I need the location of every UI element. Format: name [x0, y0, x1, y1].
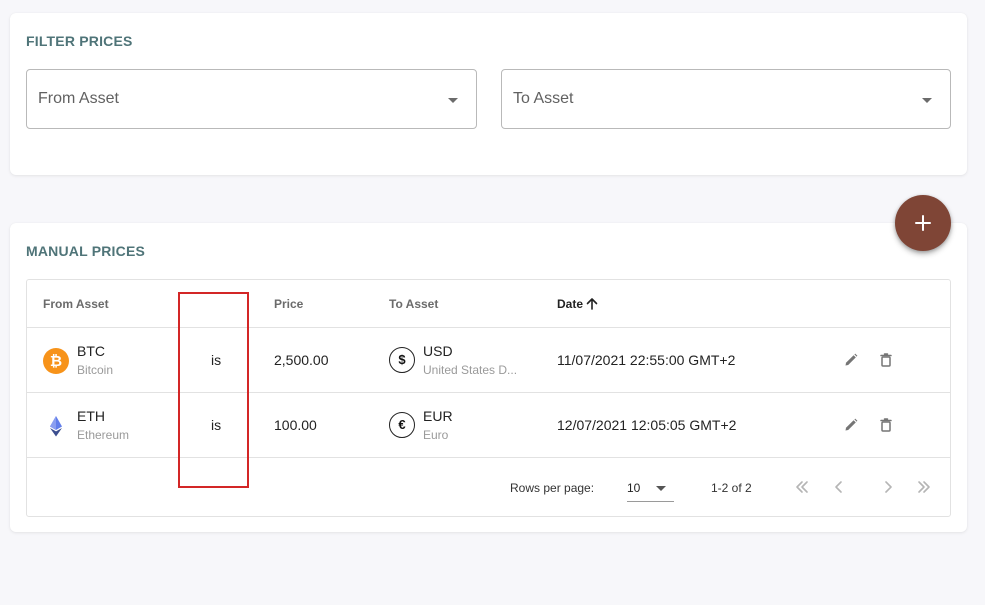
date-value: 11/07/2021 22:55:00 GMT+2 — [557, 352, 736, 368]
rows-per-page-label: Rows per page: — [510, 481, 595, 495]
chevron-down-icon — [448, 98, 458, 103]
manual-prices-card: MANUAL PRICES From Asset Price To Asset … — [10, 223, 967, 532]
highlight-box — [178, 292, 249, 488]
filter-prices-card: FILTER PRICES From Asset To Asset — [10, 13, 967, 175]
date-value: 12/07/2021 12:05:05 GMT+2 — [557, 417, 737, 433]
table-row: ETH Ethereum is 100.00 € EUR Euro 12/07/… — [27, 393, 950, 458]
bitcoin-icon: ₿ — [43, 348, 69, 374]
column-header-from-asset[interactable]: From Asset — [43, 297, 109, 311]
last-page-icon[interactable] — [915, 478, 933, 496]
price-value: 2,500.00 — [274, 352, 329, 368]
edit-icon[interactable] — [843, 352, 859, 368]
from-asset-symbol: ETH — [77, 408, 105, 424]
column-header-date[interactable]: Date — [557, 297, 599, 311]
from-asset-select[interactable]: From Asset — [26, 69, 477, 129]
column-header-to-asset[interactable]: To Asset — [389, 297, 438, 311]
from-asset-name: Ethereum — [77, 428, 130, 442]
svg-text:₿: ₿ — [50, 352, 62, 370]
price-value: 100.00 — [274, 417, 317, 433]
filter-prices-title: FILTER PRICES — [26, 33, 133, 49]
table-pagination: Rows per page: 10 1-2 of 2 — [27, 458, 950, 516]
table-header: From Asset Price To Asset Date — [27, 280, 950, 328]
to-asset-select[interactable]: To Asset — [501, 69, 951, 129]
manual-prices-title: MANUAL PRICES — [26, 243, 146, 259]
ethereum-icon — [50, 416, 62, 437]
page-info: 1-2 of 2 — [711, 481, 752, 495]
table-row: ₿ BTC Bitcoin is 2,500.00 $ USD United S… — [27, 328, 950, 393]
from-asset-symbol: BTC — [77, 343, 105, 359]
rows-per-page-value: 10 — [627, 481, 641, 495]
euro-icon: € — [389, 412, 415, 438]
delete-icon[interactable] — [878, 352, 894, 368]
to-asset-label: To Asset — [513, 90, 574, 107]
to-asset-symbol: USD — [423, 343, 453, 359]
arrow-up-icon — [586, 298, 598, 310]
column-header-price[interactable]: Price — [274, 297, 303, 311]
dollar-icon: $ — [389, 347, 415, 373]
to-asset-name: United States D... — [423, 363, 518, 377]
manual-prices-table: From Asset Price To Asset Date ₿ BTC Bit… — [26, 279, 951, 517]
chevron-down-icon — [922, 98, 932, 103]
from-asset-label: From Asset — [38, 90, 119, 107]
chevron-down-icon — [656, 486, 666, 491]
rows-per-page-select[interactable]: 10 — [627, 474, 674, 502]
edit-icon[interactable] — [843, 417, 859, 433]
to-asset-symbol: EUR — [423, 408, 453, 424]
plus-icon — [915, 215, 931, 231]
previous-page-icon[interactable] — [830, 478, 848, 496]
column-header-date-label: Date — [557, 297, 584, 311]
from-asset-name: Bitcoin — [77, 363, 114, 377]
first-page-icon[interactable] — [793, 478, 811, 496]
next-page-icon[interactable] — [879, 478, 897, 496]
delete-icon[interactable] — [878, 417, 894, 433]
to-asset-name: Euro — [423, 428, 449, 442]
add-price-button[interactable] — [895, 195, 951, 251]
